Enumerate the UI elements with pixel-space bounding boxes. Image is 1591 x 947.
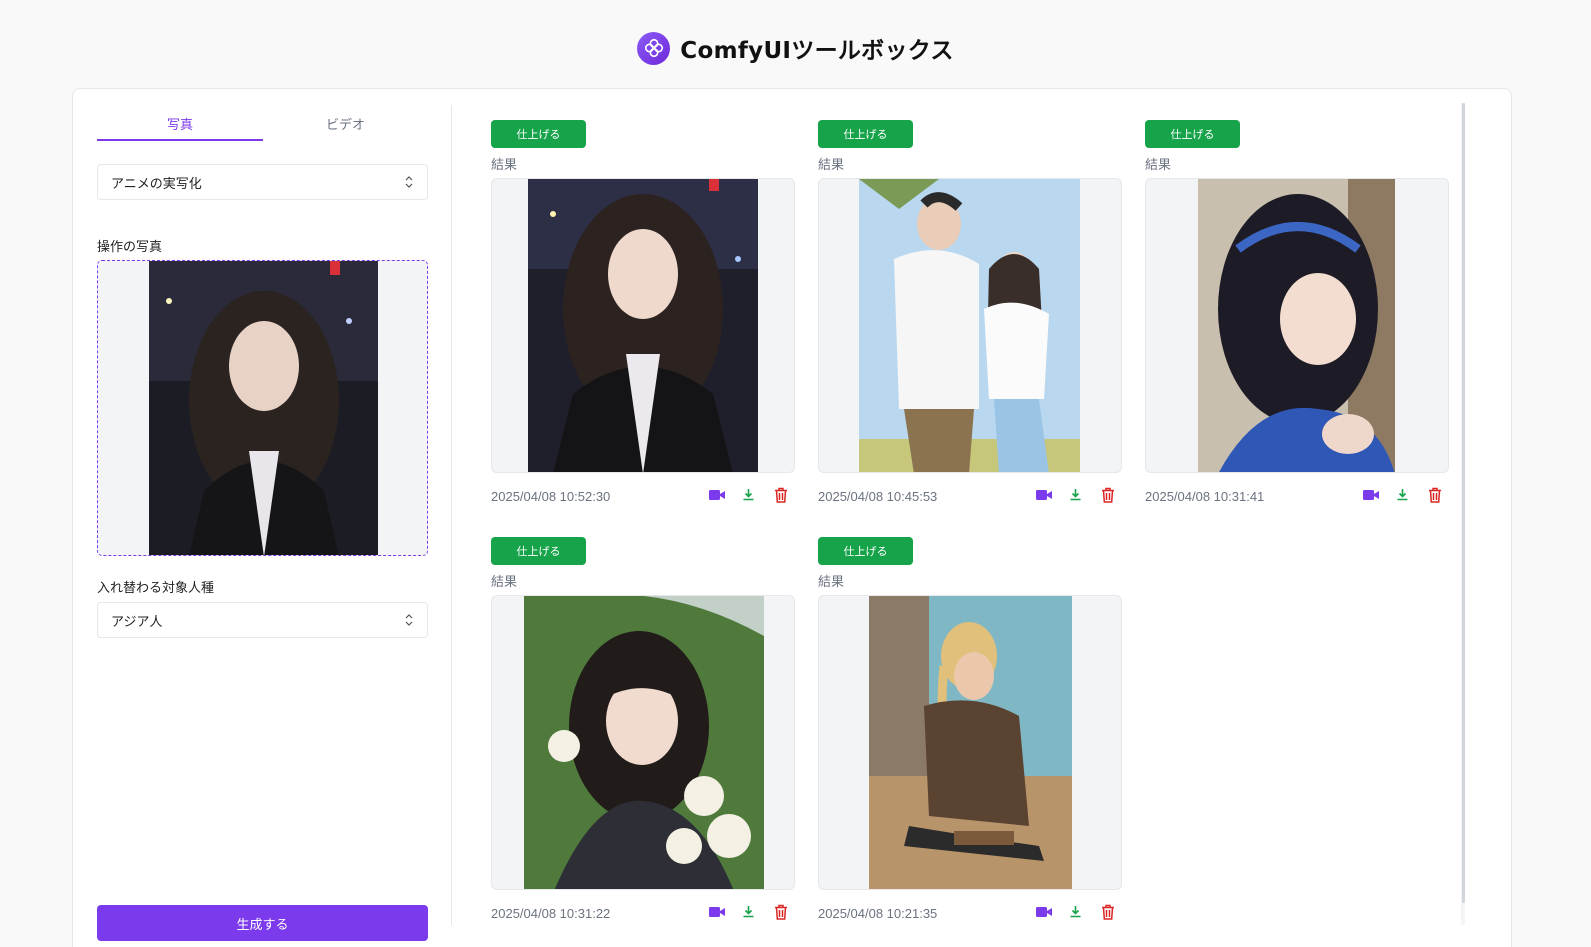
tab-video[interactable]: ビデオ xyxy=(263,105,428,141)
video-icon[interactable] xyxy=(708,486,725,503)
upload-label: 操作の写真 xyxy=(97,240,163,255)
result-image xyxy=(859,179,1080,472)
app-logo-icon xyxy=(637,31,671,65)
result-image-frame[interactable] xyxy=(491,595,795,890)
result-image xyxy=(869,596,1072,889)
result-timestamp: 2025/04/08 10:31:22 xyxy=(491,906,611,921)
result-label: 結果 xyxy=(818,575,845,590)
panel-divider xyxy=(451,105,452,925)
trash-icon[interactable] xyxy=(1099,903,1116,920)
result-timestamp: 2025/04/08 10:31:41 xyxy=(1145,489,1265,504)
result-image-frame[interactable] xyxy=(491,178,795,473)
result-actions xyxy=(708,903,789,920)
result-image-frame[interactable] xyxy=(1145,178,1449,473)
race-label: 入れ替わる対象人種 xyxy=(97,581,215,596)
photo-upload-area[interactable] xyxy=(97,260,428,556)
result-label: 結果 xyxy=(491,575,518,590)
finish-button[interactable]: 仕上げる xyxy=(491,537,586,565)
result-label: 結果 xyxy=(1145,158,1172,173)
result-card: 仕上げる 結果 2025/04/08 10:31:41 xyxy=(1145,120,1449,520)
download-icon[interactable] xyxy=(1067,486,1084,503)
generate-button[interactable]: 生成する xyxy=(97,905,428,941)
trash-icon[interactable] xyxy=(772,486,789,503)
download-icon[interactable] xyxy=(740,486,757,503)
video-icon[interactable] xyxy=(1035,903,1052,920)
download-icon[interactable] xyxy=(1067,903,1084,920)
result-image xyxy=(528,179,758,472)
mode-select[interactable]: アニメの実写化 xyxy=(97,164,428,200)
finish-button[interactable]: 仕上げる xyxy=(818,537,913,565)
result-actions xyxy=(1362,486,1443,503)
mode-tabs: 写真 ビデオ xyxy=(97,105,428,141)
uploaded-photo xyxy=(149,261,378,555)
results-scrollbar-thumb[interactable] xyxy=(1462,103,1465,903)
result-actions xyxy=(1035,903,1116,920)
control-panel: 写真 ビデオ アニメの実写化 操作の写真 入れ替わる対象人種 アジア人 生成する xyxy=(97,105,428,941)
tab-photo[interactable]: 写真 xyxy=(97,105,263,141)
trash-icon[interactable] xyxy=(1426,486,1443,503)
result-actions xyxy=(708,486,789,503)
result-timestamp: 2025/04/08 10:21:35 xyxy=(818,906,938,921)
result-image xyxy=(1198,179,1395,472)
result-timestamp: 2025/04/08 10:52:30 xyxy=(491,489,611,504)
result-label: 結果 xyxy=(491,158,518,173)
result-actions xyxy=(1035,486,1116,503)
result-timestamp: 2025/04/08 10:45:53 xyxy=(818,489,938,504)
download-icon[interactable] xyxy=(1394,486,1411,503)
result-image-frame[interactable] xyxy=(818,595,1122,890)
race-select[interactable]: アジア人 xyxy=(97,602,428,638)
app-header: ComfyUIツールボックス xyxy=(0,28,1591,68)
download-icon[interactable] xyxy=(740,903,757,920)
chevron-updown-icon xyxy=(405,176,413,188)
video-icon[interactable] xyxy=(1035,486,1052,503)
video-icon[interactable] xyxy=(708,903,725,920)
result-card: 仕上げる 結果 2025/04/08 10:31:22 xyxy=(491,537,795,937)
chevron-updown-icon xyxy=(405,614,413,626)
result-image xyxy=(524,596,764,889)
mode-select-value: アニメの実写化 xyxy=(111,176,202,192)
finish-button[interactable]: 仕上げる xyxy=(1145,120,1240,148)
result-card: 仕上げる 結果 2025/04/08 10:45:53 xyxy=(818,120,1122,520)
race-select-value: アジア人 xyxy=(111,614,163,630)
video-icon[interactable] xyxy=(1362,486,1379,503)
finish-button[interactable]: 仕上げる xyxy=(818,120,913,148)
finish-button[interactable]: 仕上げる xyxy=(491,120,586,148)
app-title: ComfyUIツールボックス xyxy=(680,38,954,64)
trash-icon[interactable] xyxy=(772,903,789,920)
main-card: 写真 ビデオ アニメの実写化 操作の写真 入れ替わる対象人種 アジア人 生成する… xyxy=(72,88,1512,947)
result-image-frame[interactable] xyxy=(818,178,1122,473)
result-label: 結果 xyxy=(818,158,845,173)
result-card: 仕上げる 結果 2025/04/08 10:21:35 xyxy=(818,537,1122,937)
result-card: 仕上げる 結果 2025/04/08 10:52:30 xyxy=(491,120,795,520)
trash-icon[interactable] xyxy=(1099,486,1116,503)
